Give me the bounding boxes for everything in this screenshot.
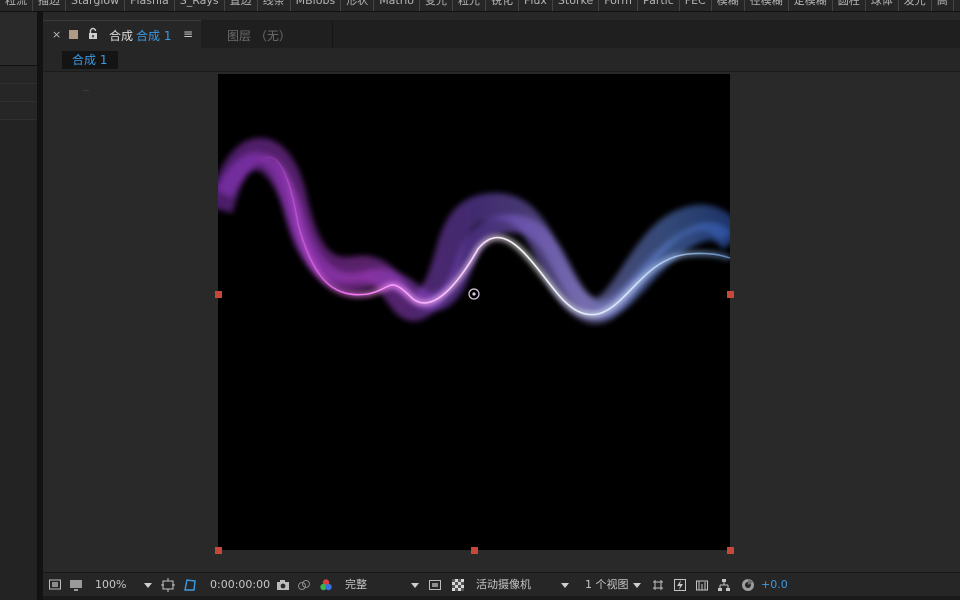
toolbar-button[interactable]: 高 (932, 0, 954, 11)
ruler-tick (83, 90, 89, 91)
toolbar-button[interactable]: Starglow (66, 0, 126, 11)
toolbar-button[interactable]: 模糊 (712, 0, 745, 11)
resolution-select[interactable]: 完整 (345, 573, 367, 597)
toolbar-button[interactable]: Flux (519, 0, 553, 11)
lock-icon[interactable] (87, 27, 99, 40)
viewer-controls: 100% 0:00:00:00 完整 活动摄像机 1 个视图 +0.0 (43, 572, 960, 596)
toolbar-button[interactable]: 粒流 (0, 0, 33, 11)
exposure-value[interactable]: +0.0 (761, 573, 788, 597)
toolbar-button[interactable]: MBlobs (291, 0, 342, 11)
breadcrumb-bar: 合成 1 (43, 48, 960, 72)
toolbar-button[interactable]: 线条 (258, 0, 291, 11)
transform-handle[interactable] (727, 291, 734, 298)
safe-areas-icon[interactable] (161, 578, 175, 592)
chevron-down-icon[interactable] (633, 583, 641, 588)
composition-viewer: × 合成 合成 1 ≡ 图层 （无） 合成 1 100% 0:00:00:00 … (43, 12, 960, 600)
exposure-reset-icon[interactable] (741, 578, 755, 592)
view-layout-select[interactable]: 1 个视图 (585, 573, 629, 597)
transform-handle[interactable] (215, 291, 222, 298)
composition-canvas[interactable] (218, 74, 730, 550)
transparency-grid-icon[interactable] (451, 578, 465, 592)
toggle-pixel-aspect-icon[interactable] (651, 578, 665, 592)
panel-menu-icon[interactable]: ≡ (183, 27, 193, 41)
viewer-stage[interactable] (43, 73, 960, 572)
toolbar-button[interactable]: Storke (553, 0, 600, 11)
tab-comp-name: 合成 1 (136, 29, 172, 43)
panel-bottom-edge (43, 596, 960, 600)
toolbar-button[interactable]: 球体 (866, 0, 899, 11)
camera-icon[interactable] (276, 578, 290, 592)
light-ribbon-artwork (218, 138, 730, 324)
tab-composition[interactable]: × 合成 合成 1 ≡ (43, 20, 201, 48)
project-panel-header (0, 12, 37, 66)
toolbar-button[interactable]: 发光 (899, 0, 932, 11)
toolbar-button[interactable]: 描边 (33, 0, 66, 11)
mask-visibility-icon[interactable] (183, 578, 197, 592)
transform-handle[interactable] (727, 547, 734, 554)
tab-layer[interactable]: 图层 （无） (201, 20, 333, 48)
chevron-down-icon[interactable] (561, 583, 569, 588)
chevron-down-icon[interactable] (144, 583, 152, 588)
toolbar-button[interactable]: 变光 (420, 0, 454, 11)
toolbar-button[interactable]: S_Rays (175, 0, 225, 11)
transform-handle[interactable] (215, 547, 222, 554)
toolbar-button[interactable]: 形状 (341, 0, 375, 11)
close-icon[interactable]: × (52, 28, 61, 41)
zoom-level[interactable]: 100% (95, 573, 126, 597)
timeline-icon[interactable] (695, 578, 709, 592)
show-snapshot-icon[interactable] (297, 578, 311, 592)
flowchart-icon[interactable] (717, 578, 731, 592)
transform-handle[interactable] (471, 547, 478, 554)
toolbar-button[interactable]: Matrio (374, 0, 421, 11)
monitor-icon[interactable] (69, 578, 83, 592)
viewer-tab-row: × 合成 合成 1 ≡ 图层 （无） (43, 20, 960, 48)
color-channels-icon[interactable] (319, 578, 333, 592)
toolbar-button[interactable]: FEC (680, 0, 712, 11)
toolbar-button[interactable]: 锐化 (486, 0, 520, 11)
region-of-interest-icon[interactable] (428, 578, 442, 592)
project-panel-row[interactable] (0, 66, 37, 84)
tab-label: 合成 (109, 29, 134, 43)
toolbar-button[interactable]: 定模糊 (789, 0, 833, 11)
project-panel (0, 12, 38, 600)
toolbar-button[interactable]: 圆柱 (833, 0, 866, 11)
tab-layer-label: 图层 （无） (227, 29, 291, 43)
project-panel-row[interactable] (0, 84, 37, 102)
toolbar-button[interactable]: 粒光 (453, 0, 487, 11)
chevron-down-icon[interactable] (411, 583, 419, 588)
label-color-swatch[interactable] (69, 30, 78, 39)
toolbar-button[interactable]: Form (599, 0, 638, 11)
breadcrumb[interactable]: 合成 1 (62, 51, 118, 69)
fast-previews-icon[interactable] (673, 578, 687, 592)
project-panel-row[interactable] (0, 102, 37, 120)
plugin-toolbar: 粒流 描边 Starglow Flashla S_Rays 置边 线条 MBlobs 形状 Mat… (0, 0, 960, 12)
toolbar-button[interactable]: Partic (638, 0, 680, 11)
toolbar-button[interactable]: 置边 (225, 0, 258, 11)
toolbar-button[interactable]: 径模糊 (745, 0, 789, 11)
camera-select[interactable]: 活动摄像机 (476, 573, 531, 597)
always-preview-icon[interactable] (48, 578, 62, 592)
toolbar-button[interactable]: Flashla (125, 0, 175, 11)
current-time[interactable]: 0:00:00:00 (210, 573, 270, 597)
